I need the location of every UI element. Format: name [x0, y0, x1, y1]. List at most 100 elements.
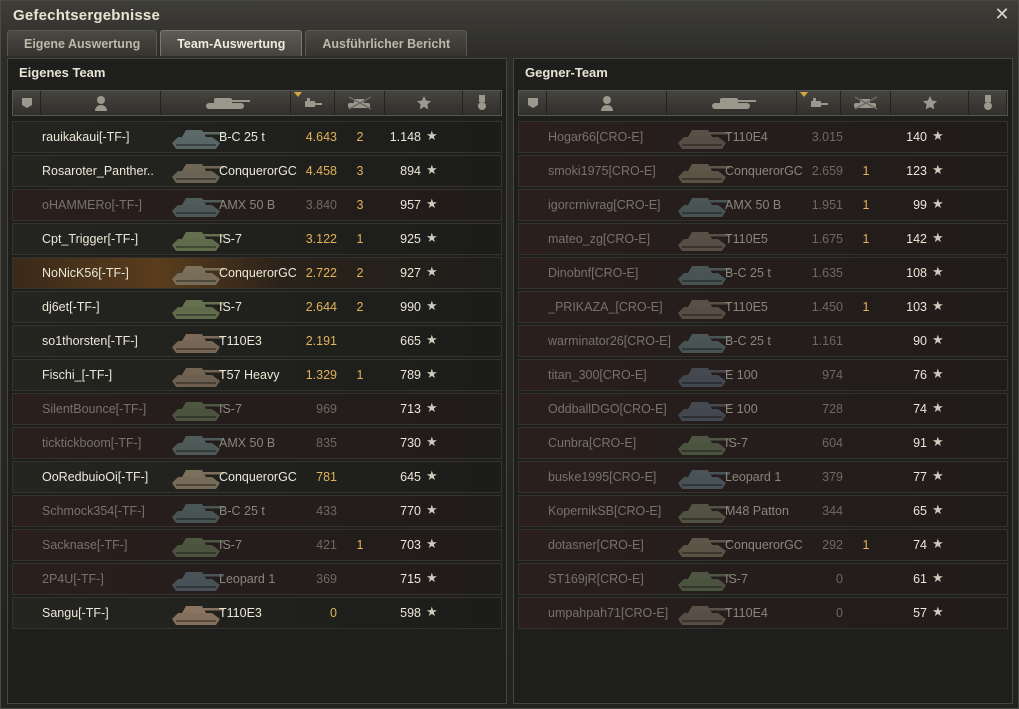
column-header-medal[interactable]: [463, 91, 501, 115]
own-team-list: rauikakaui[-TF-] B-C 25 t 4.643 2 1.148 ★ Rosa…: [12, 121, 502, 631]
star-icon: ★: [426, 298, 438, 313]
column-header-tank[interactable]: [667, 91, 797, 115]
tank-icon: [168, 531, 226, 561]
player-name: OddballDGO[CRO-E]: [548, 402, 667, 416]
player-row[interactable]: smoki1975[CRO-E] ConquerorGC 2.659 1 123 ★: [518, 155, 1008, 187]
kills-value: 1: [862, 164, 870, 178]
column-header-damage[interactable]: [291, 91, 335, 115]
damage-value: 1.450: [811, 300, 843, 314]
player-row[interactable]: warminator26[CRO-E] B-C 25 t 1.161 90 ★: [518, 325, 1008, 357]
player-row[interactable]: 2P4U[-TF-] Leopard 1 369 715 ★: [12, 563, 502, 595]
player-row[interactable]: OoRedbuioOi[-TF-] ConquerorGC 781 645 ★: [12, 461, 502, 493]
own-team-panel: Eigenes Team rauikakaui[-TF-] B-C 25 t 4.6…: [7, 58, 507, 704]
player-row[interactable]: umpahpah71[CRO-E] T110E4 0 57 ★: [518, 597, 1008, 629]
column-header-medal[interactable]: [969, 91, 1007, 115]
player-row[interactable]: SilentBounce[-TF-] IS-7 969 713 ★: [12, 393, 502, 425]
column-header-damage[interactable]: [797, 91, 841, 115]
player-row[interactable]: Rosaroter_Panther.. ConquerorGC 4.458 3 894 ★: [12, 155, 502, 187]
star-icon: ★: [426, 196, 438, 211]
column-header-player[interactable]: [547, 91, 667, 115]
column-header-player[interactable]: [41, 91, 161, 115]
tank-name: AMX 50 B: [725, 198, 782, 212]
player-name: _PRIKAZA_[CRO-E]: [548, 300, 663, 314]
star-icon: ★: [426, 230, 438, 245]
column-header-experience-star[interactable]: [891, 91, 969, 115]
tab-ausfuehrlicher-bericht[interactable]: Ausführlicher Bericht: [305, 30, 468, 56]
platoon-icon: [526, 96, 540, 110]
tank-name: IS-7: [219, 538, 242, 552]
experience-value: 925: [400, 232, 421, 246]
player-row[interactable]: buske1995[CRO-E] Leopard 1 379 77 ★: [518, 461, 1008, 493]
tank-name: IS-7: [219, 232, 242, 246]
player-row[interactable]: Sangu[-TF-] T110E3 0 598 ★: [12, 597, 502, 629]
player-row[interactable]: Cpt_Trigger[-TF-] IS-7 3.122 1 925 ★: [12, 223, 502, 255]
tab-eigene-auswertung[interactable]: Eigene Auswertung: [7, 30, 158, 56]
sort-arrow-icon: [800, 92, 808, 97]
tank-name: T110E4: [725, 130, 768, 144]
close-icon[interactable]: ✕: [992, 4, 1012, 24]
star-icon: ★: [426, 570, 438, 585]
tank-icon: [200, 96, 252, 110]
player-row[interactable]: NoNicK56[-TF-] ConquerorGC 2.722 2 927 ★: [12, 257, 502, 289]
player-row[interactable]: dotasner[CRO-E] ConquerorGC 292 1 74 ★: [518, 529, 1008, 561]
column-header-kills[interactable]: [841, 91, 891, 115]
player-row[interactable]: Schmock354[-TF-] B-C 25 t 433 770 ★: [12, 495, 502, 527]
damage-value: 3.122: [305, 232, 337, 246]
experience-value: 990: [400, 300, 421, 314]
star-icon: ★: [932, 298, 944, 313]
tank-icon: [674, 497, 732, 527]
player-row[interactable]: ticktickboom[-TF-] AMX 50 B 835 730 ★: [12, 427, 502, 459]
platoon-icon: [20, 96, 34, 110]
star-icon: ★: [932, 366, 944, 381]
tank-name: AMX 50 B: [219, 436, 276, 450]
player-name: dotasner[CRO-E]: [548, 538, 644, 552]
experience-value: 91: [913, 436, 927, 450]
player-row[interactable]: OddballDGO[CRO-E] E 100 728 74 ★: [518, 393, 1008, 425]
experience-value: 894: [400, 164, 421, 178]
player-row[interactable]: oHAMMERo[-TF-] AMX 50 B 3.840 3 957 ★: [12, 189, 502, 221]
tank-name: B-C 25 t: [219, 504, 265, 518]
player-row[interactable]: KopernikSB[CRO-E] M48 Patton 344 65 ★: [518, 495, 1008, 527]
star-icon: ★: [426, 400, 438, 415]
tank-name: ConquerorGC: [219, 470, 297, 484]
tank-name: B-C 25 t: [219, 130, 265, 144]
star-icon: ★: [932, 128, 944, 143]
player-row[interactable]: Fischi_[-TF-] T57 Heavy 1.329 1 789 ★: [12, 359, 502, 391]
experience-star-icon: [416, 95, 432, 111]
experience-value: 108: [906, 266, 927, 280]
tank-name: T110E5: [725, 300, 768, 314]
damage-value: 2.659: [811, 164, 843, 178]
experience-value: 140: [906, 130, 927, 144]
tank-icon: [674, 531, 732, 561]
window-title: Gefechtsergebnisse: [13, 7, 160, 24]
player-row[interactable]: titan_300[CRO-E] E 100 974 76 ★: [518, 359, 1008, 391]
player-name: umpahpah71[CRO-E]: [548, 606, 669, 620]
enemy-team-panel: Gegner-Team Hogar66[CRO-E] T110E4 3.015 140…: [513, 58, 1013, 704]
player-row[interactable]: mateo_zg[CRO-E] T110E5 1.675 1 142 ★: [518, 223, 1008, 255]
column-header-platoon[interactable]: [519, 91, 547, 115]
damage-value: 433: [316, 504, 337, 518]
damage-value: 3.840: [305, 198, 337, 212]
player-row[interactable]: igorcrnivrag[CRO-E] AMX 50 B 1.951 1 99 ★: [518, 189, 1008, 221]
kills-icon: [851, 96, 881, 110]
column-header-tank[interactable]: [161, 91, 291, 115]
player-row[interactable]: Sacknase[-TF-] IS-7 421 1 703 ★: [12, 529, 502, 561]
tank-name: T57 Heavy: [219, 368, 280, 382]
player-row[interactable]: ST169jR[CRO-E] IS-7 0 61 ★: [518, 563, 1008, 595]
column-header-experience-star[interactable]: [385, 91, 463, 115]
tank-icon: [168, 565, 226, 595]
player-row[interactable]: so1thorsten[-TF-] T110E3 2.191 665 ★: [12, 325, 502, 357]
player-name: Dinobnf[CRO-E]: [548, 266, 639, 280]
tab-team-auswertung[interactable]: Team-Auswertung: [160, 30, 303, 56]
column-header-platoon[interactable]: [13, 91, 41, 115]
player-row[interactable]: Dinobnf[CRO-E] B-C 25 t 1.635 108 ★: [518, 257, 1008, 289]
column-header-kills[interactable]: [335, 91, 385, 115]
player-row[interactable]: rauikakaui[-TF-] B-C 25 t 4.643 2 1.148 ★: [12, 121, 502, 153]
enemy-team-column-header: [518, 90, 1008, 116]
player-row[interactable]: dj6et[-TF-] IS-7 2.644 2 990 ★: [12, 291, 502, 323]
player-row[interactable]: Hogar66[CRO-E] T110E4 3.015 140 ★: [518, 121, 1008, 153]
player-row[interactable]: Cunbra[CRO-E] IS-7 604 91 ★: [518, 427, 1008, 459]
player-name: SilentBounce[-TF-]: [42, 402, 147, 416]
tank-name: B-C 25 t: [725, 266, 771, 280]
player-row[interactable]: _PRIKAZA_[CRO-E] T110E5 1.450 1 103 ★: [518, 291, 1008, 323]
